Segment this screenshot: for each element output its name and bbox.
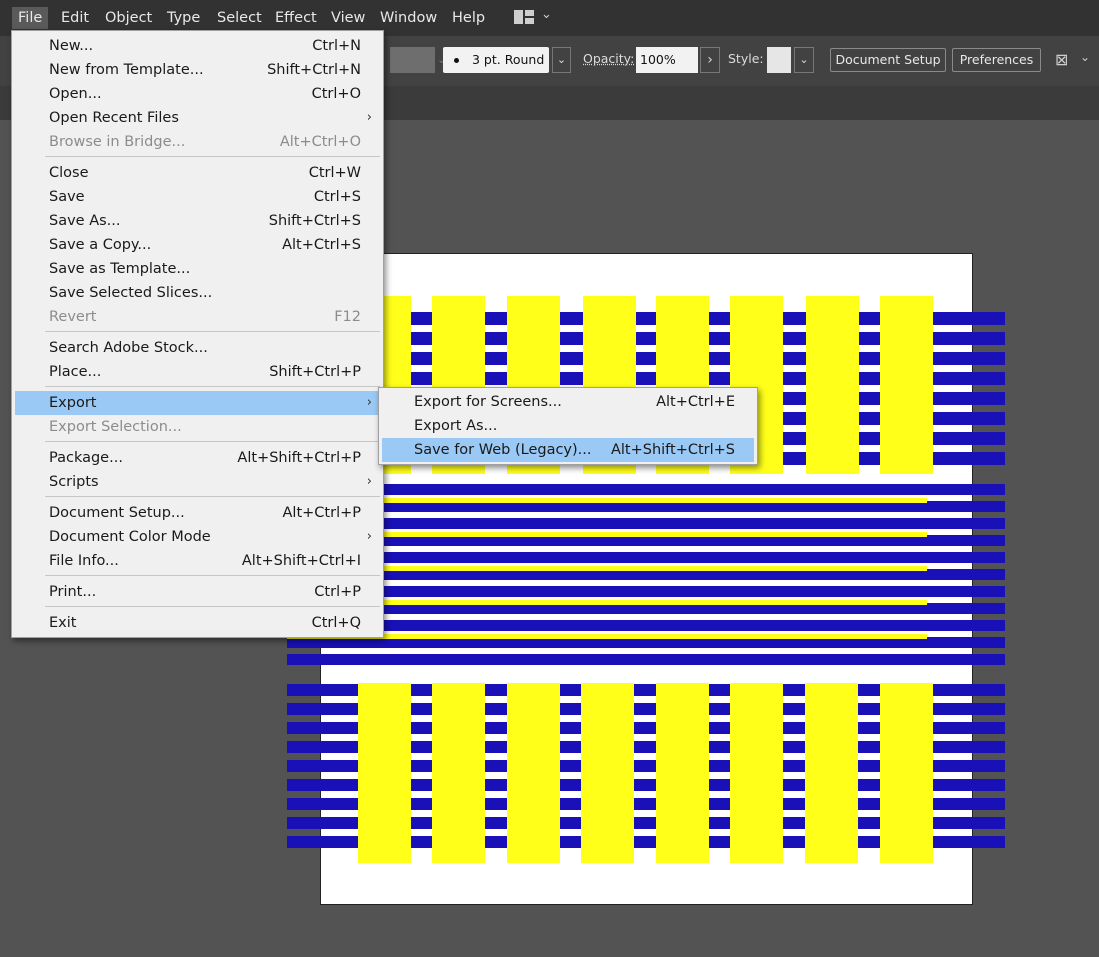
menu-item-save-selected-slices[interactable]: Save Selected Slices... [15,281,380,305]
yellow-bar [805,683,858,863]
blue-stripe [287,586,1005,597]
menu-item-browse-in-bridge: Browse in Bridge... Alt+Ctrl+O [49,134,361,150]
menu-separator [45,575,380,576]
menu-item-document-setup[interactable]: Document Setup... Alt+Ctrl+P [15,501,380,525]
yellow-bar [507,683,560,863]
menu-item-export[interactable]: Export › [15,391,380,415]
menu-separator [45,441,380,442]
menu-item-export-selection: Export Selection... [49,419,182,435]
menu-item-new-from-template[interactable]: New from Template... Shift+Ctrl+N [15,58,380,82]
menu-item-package[interactable]: Package... Alt+Shift+Ctrl+P [15,446,380,470]
yellow-bar [806,296,859,474]
menu-item-exit[interactable]: Exit Ctrl+Q [15,611,380,635]
menu-item-revert: Revert F12 [49,309,361,325]
menu-item-close[interactable]: Close Ctrl+W [15,161,380,185]
menu-item-export-for-screens[interactable]: Export for Screens... Alt+Ctrl+E [382,390,754,414]
menu-item-scripts[interactable]: Scripts › [15,470,380,494]
menu-item-save-a-copy[interactable]: Save a Copy... Alt+Ctrl+S [15,233,380,257]
chevron-right-icon: › [366,529,372,544]
menu-item-open-recent-files[interactable]: Open Recent Files › [15,106,380,130]
chevron-right-icon: › [366,110,372,125]
yellow-bar [432,683,485,863]
menu-item-save-as-template[interactable]: Save as Template... [15,257,380,281]
yellow-bar [656,683,709,863]
menu-item-save-as[interactable]: Save As... Shift+Ctrl+S [15,209,380,233]
blue-stripe [287,552,1005,563]
menu-item-search-adobe-stock[interactable]: Search Adobe Stock... [15,336,380,360]
yellow-bar [358,683,411,863]
yellow-bar [730,683,783,863]
blue-stripe [287,620,1005,631]
menu-item-open[interactable]: Open... Ctrl+O [15,82,380,106]
menu-item-save[interactable]: Save Ctrl+S [15,185,380,209]
export-submenu: Export for Screens... Alt+Ctrl+E Export A… [378,387,758,465]
menu-separator [45,156,380,157]
menu-separator [45,386,380,387]
menu-item-place[interactable]: Place... Shift+Ctrl+P [15,360,380,384]
blue-stripe [287,654,1005,665]
chevron-right-icon: › [366,474,372,489]
blue-stripe [287,518,1005,529]
chevron-right-icon: › [366,395,372,410]
menu-item-document-color-mode[interactable]: Document Color Mode › [15,525,380,549]
file-menu: New... Ctrl+N New from Template... Shift+C… [11,30,384,638]
menu-separator [45,496,380,497]
menu-item-print[interactable]: Print... Ctrl+P [15,580,380,604]
yellow-bar [880,296,933,474]
menu-item-new[interactable]: New... Ctrl+N [15,34,380,58]
menu-item-save-for-web-legacy[interactable]: Save for Web (Legacy)... Alt+Shift+Ctrl+S [382,438,754,462]
menu-item-export-as[interactable]: Export As... [382,414,754,438]
yellow-bar [581,683,634,863]
menu-separator [45,331,380,332]
yellow-bar [880,683,933,863]
blue-stripe [287,484,1005,495]
menu-item-file-info[interactable]: File Info... Alt+Shift+Ctrl+I [15,549,380,573]
menu-separator [45,606,380,607]
